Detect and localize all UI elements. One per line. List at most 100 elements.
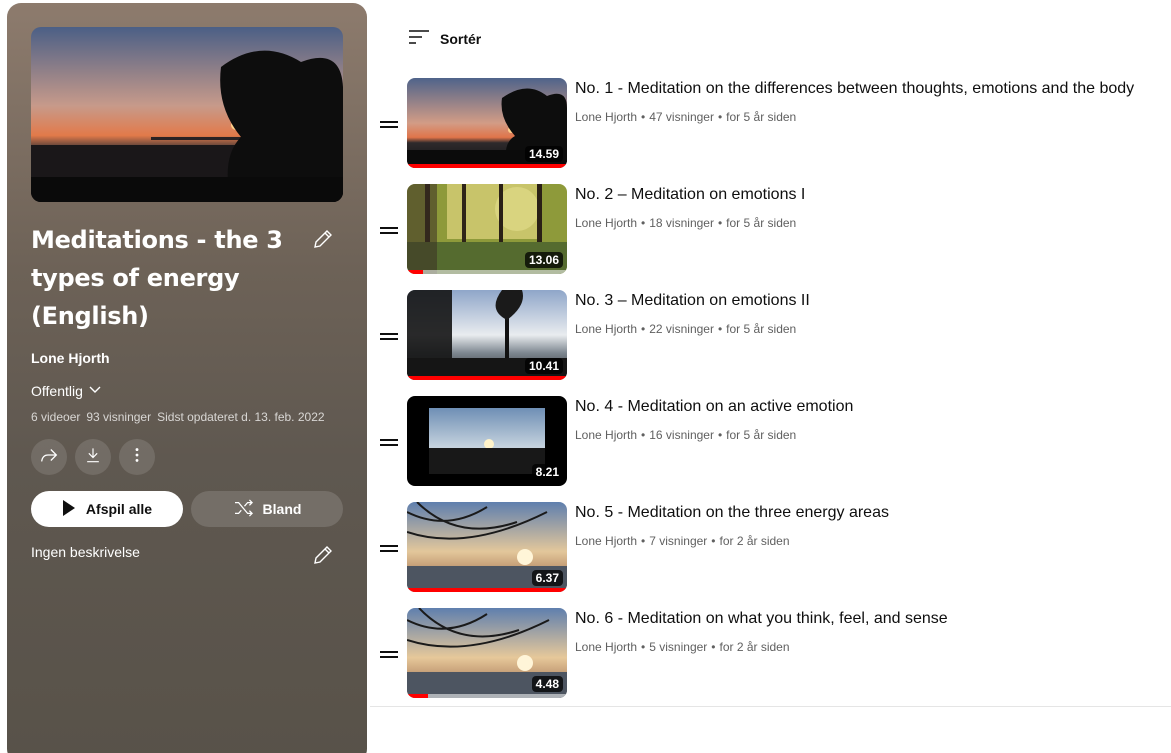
playlist-description: Ingen beskrivelse: [31, 544, 140, 560]
video-meta: Lone Hjorth • 5 visninger • for 2 år siden: [575, 640, 790, 654]
download-icon: [83, 445, 103, 470]
video-channel[interactable]: Lone Hjorth: [575, 428, 637, 442]
last-updated: Sidst opdateret d. 13. feb. 2022: [157, 410, 325, 424]
video-duration: 6.37: [531, 570, 563, 586]
list-item[interactable]: 14.59 No. 1 - Meditation on the differen…: [376, 78, 1171, 174]
drag-handle-icon[interactable]: [380, 438, 398, 446]
meta-separator: •: [717, 110, 723, 124]
shuffle-icon: [233, 498, 255, 520]
video-meta: Lone Hjorth • 18 visninger • for 5 år side…: [575, 216, 796, 230]
video-views: 7 visninger: [649, 534, 708, 548]
playlist-owner[interactable]: Lone Hjorth: [31, 350, 110, 366]
playlist-stats: 6 videoer 93 visninger Sidst opdateret d…: [31, 410, 325, 424]
video-age: for 5 år siden: [726, 110, 797, 124]
video-thumbnail[interactable]: 13.06: [407, 184, 567, 274]
meta-separator: •: [711, 534, 716, 548]
video-channel[interactable]: Lone Hjorth: [575, 216, 637, 230]
list-item[interactable]: 4.48 No. 6 - Meditation on what you thin…: [376, 608, 1171, 704]
playlist-title: Meditations - the 3 types of energy (Eng…: [31, 226, 283, 330]
drag-handle-icon[interactable]: [380, 650, 398, 658]
video-views: 16 visninger: [649, 428, 714, 442]
watch-progress-bar: [407, 270, 567, 274]
video-age: for 2 år siden: [719, 534, 790, 548]
meta-separator: •: [641, 322, 646, 336]
meta-separator: •: [641, 640, 646, 654]
play-all-label: Afspil alle: [85, 501, 153, 517]
video-channel[interactable]: Lone Hjorth: [575, 110, 637, 124]
video-duration: 10.41: [524, 358, 563, 374]
video-age: for 5 år siden: [726, 216, 797, 230]
share-icon: [38, 444, 60, 471]
watch-progress-bar: [407, 588, 567, 592]
meta-separator: •: [717, 428, 723, 442]
meta-separator: •: [711, 640, 716, 654]
video-age: for 5 år siden: [726, 322, 797, 336]
video-duration: 14.59: [524, 146, 563, 162]
sort-icon: [408, 28, 430, 49]
pencil-icon[interactable]: [311, 543, 335, 567]
video-channel[interactable]: Lone Hjorth: [575, 322, 637, 336]
video-thumbnail[interactable]: 6.37: [407, 502, 567, 592]
video-channel[interactable]: Lone Hjorth: [575, 640, 637, 654]
video-meta: Lone Hjorth • 22 visninger • for 5 år side…: [575, 322, 796, 336]
video-thumbnail[interactable]: 4.48: [407, 608, 567, 698]
download-button[interactable]: [75, 439, 111, 475]
pencil-icon[interactable]: [311, 227, 335, 251]
share-button[interactable]: [31, 439, 67, 475]
video-views: 22 visninger: [649, 322, 714, 336]
video-title[interactable]: No. 3 – Meditation on emotions II: [575, 292, 810, 310]
video-meta: Lone Hjorth • 7 visninger • for 2 år siden: [575, 534, 790, 548]
list-item[interactable]: 10.41 No. 3 – Meditation on emotions II …: [376, 290, 1171, 386]
video-title[interactable]: No. 6 - Meditation on what you think, fe…: [575, 610, 948, 628]
video-count: 6 videoer: [31, 410, 81, 424]
watch-progress-bar: [407, 164, 567, 168]
sort-label: Sortér: [440, 30, 482, 47]
video-title[interactable]: No. 2 – Meditation on emotions I: [575, 186, 805, 204]
drag-handle-icon[interactable]: [380, 120, 398, 128]
playlist-header-panel: Meditations - the 3 types of energy (Eng…: [7, 3, 367, 753]
play-icon: [62, 499, 76, 519]
video-meta: Lone Hjorth • 47 visninger • for 5 år side…: [575, 110, 796, 124]
video-views: 47 visninger: [649, 110, 714, 124]
play-all-button[interactable]: Afspil alle: [31, 491, 183, 527]
playlist-thumbnail[interactable]: [31, 27, 343, 202]
privacy-label: Offentlig: [31, 382, 83, 399]
video-views: 5 visninger: [649, 640, 708, 654]
more-vert-icon: [127, 445, 147, 470]
meta-separator: •: [641, 428, 646, 442]
list-item[interactable]: 8.21 No. 4 - Meditation on an active emo…: [376, 396, 1171, 492]
video-thumbnail[interactable]: 8.21: [407, 396, 567, 486]
meta-separator: •: [717, 322, 723, 336]
chevron-down-icon: [87, 381, 103, 400]
video-meta: Lone Hjorth • 16 visninger • for 5 år side…: [575, 428, 796, 442]
watch-progress-bar: [407, 376, 567, 380]
meta-separator: •: [641, 110, 646, 124]
video-channel[interactable]: Lone Hjorth: [575, 534, 637, 548]
video-age: for 5 år siden: [726, 428, 797, 442]
video-duration: 13.06: [524, 252, 563, 268]
video-title[interactable]: No. 5 - Meditation on the three energy a…: [575, 504, 889, 522]
meta-separator: •: [717, 216, 723, 230]
meta-separator: •: [641, 534, 646, 548]
video-title[interactable]: No. 1 - Meditation on the differences be…: [575, 80, 1134, 98]
list-item[interactable]: 13.06 No. 2 – Meditation on emotions I L…: [376, 184, 1171, 280]
sort-button[interactable]: Sortér: [408, 28, 481, 49]
list-item[interactable]: 6.37 No. 5 - Meditation on the three ene…: [376, 502, 1171, 598]
privacy-dropdown[interactable]: Offentlig: [31, 381, 103, 400]
video-thumbnail[interactable]: 14.59: [407, 78, 567, 168]
video-duration: 8.21: [531, 464, 563, 480]
drag-handle-icon[interactable]: [380, 544, 398, 552]
video-duration: 4.48: [531, 676, 563, 692]
shuffle-button[interactable]: Bland: [191, 491, 343, 527]
drag-handle-icon[interactable]: [380, 332, 398, 340]
shuffle-label: Bland: [262, 501, 302, 517]
watch-progress-bar: [407, 694, 567, 698]
list-divider: [370, 706, 1171, 707]
view-count: 93 visninger: [86, 410, 152, 424]
video-title[interactable]: No. 4 - Meditation on an active emotion: [575, 398, 853, 416]
drag-handle-icon[interactable]: [380, 226, 398, 234]
meta-separator: •: [641, 216, 646, 230]
more-button[interactable]: [119, 439, 155, 475]
video-thumbnail[interactable]: 10.41: [407, 290, 567, 380]
video-views: 18 visninger: [649, 216, 714, 230]
